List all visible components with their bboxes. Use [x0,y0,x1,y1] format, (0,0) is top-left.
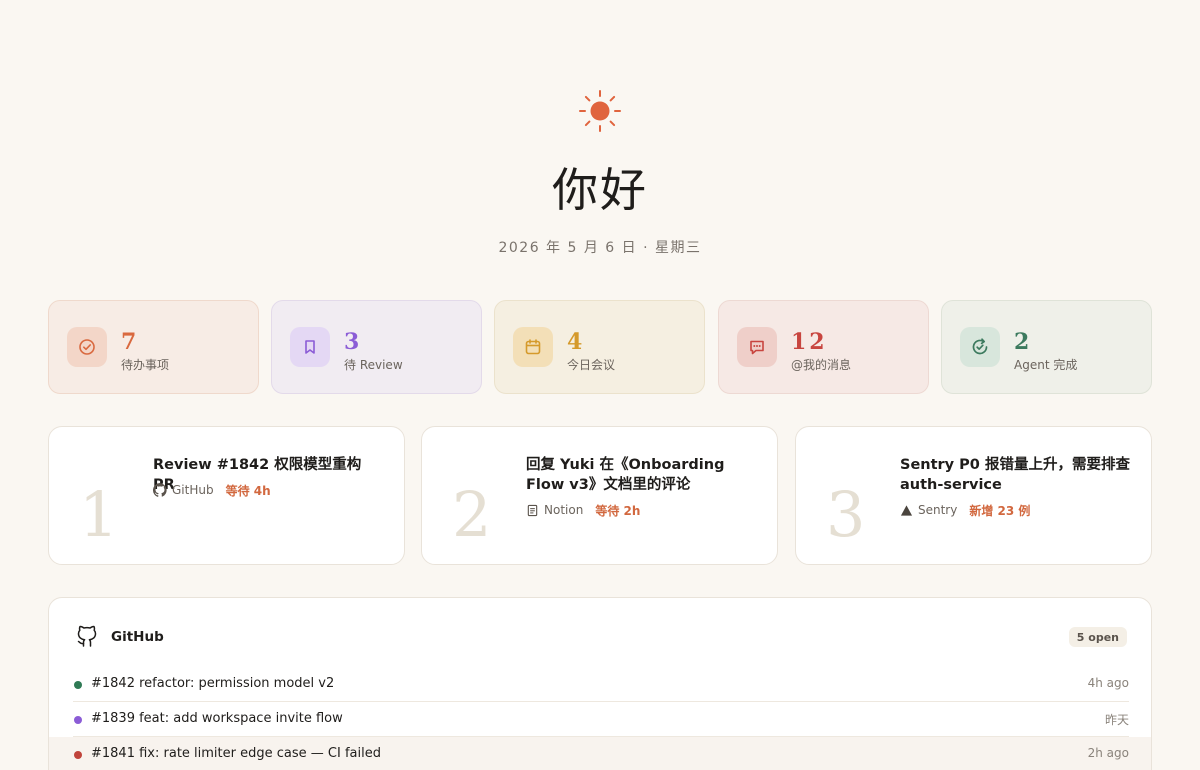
pr-row[interactable]: #1839 feat: add workspace invite flow 昨天 [73,702,1129,737]
github-icon [153,483,167,497]
stat-label: 待 Review [344,358,403,372]
task-meta: Notion 等待 2h [526,501,640,519]
stat-label: 待办事项 [121,358,170,372]
stat-value: 7 [121,329,140,355]
task-source: GitHub [172,483,214,497]
task-rank: 3 [826,478,866,551]
task-card[interactable]: 1 Review #1842 权限模型重构 PR GitHub 等待 4h [48,426,405,565]
greeting-hero: 你好 2026 年 5 月 6 日 · 星期三 [0,0,1200,300]
priority-tasks: 1 Review #1842 权限模型重构 PR GitHub 等待 4h 2 … [48,426,1152,565]
task-rank: 2 [452,478,492,551]
document-icon [527,504,538,516]
refresh-check-icon [960,327,1000,367]
panel-title: GitHub [111,629,164,645]
github-icon [77,625,97,647]
stat-label: 今日会议 [567,358,616,372]
stat-value: 3 [344,329,363,355]
pr-status-dot [74,681,82,689]
pr-status-dot [74,751,82,759]
task-rank: 1 [79,478,119,551]
stats-row: 7 待办事项 3 待 Review 4 今日会议 12 @我的消息 2 Agen… [48,300,1152,394]
task-card[interactable]: 2 回复 Yuki 在《Onboarding Flow v3》文档里的评论 No… [421,426,778,565]
pr-row[interactable]: #1841 fix: rate limiter edge case — CI f… [49,737,1151,770]
message-icon [737,327,777,367]
task-source: Sentry [918,503,958,517]
bookmark-icon [290,327,330,367]
pr-title: #1841 fix: rate limiter edge case — CI f… [91,746,381,761]
task-source: Notion [544,503,584,517]
stat-label: @我的消息 [791,358,852,372]
stat-value: 4 [567,329,586,355]
stat-card-todo[interactable]: 7 待办事项 [48,300,259,394]
stat-card-review[interactable]: 3 待 Review [271,300,482,394]
stat-label: Agent 完成 [1014,358,1078,372]
open-count-badge: 5 open [1068,627,1127,647]
check-circle-icon [67,327,107,367]
task-title: Sentry P0 报错量上升，需要排查 auth-service [900,457,1130,493]
calendar-icon [513,327,553,367]
stat-value: 12 [791,329,828,355]
stat-card-agent[interactable]: 2 Agent 完成 [941,300,1152,394]
task-title: 回复 Yuki 在《Onboarding Flow v3》文档里的评论 [526,457,725,493]
triangle-icon [900,504,913,516]
greeting-title: 你好 [552,163,648,217]
stat-value: 2 [1014,329,1033,355]
task-wait: 等待 2h [595,503,641,518]
github-panel: GitHub 5 open #1842 refactor: permission… [48,597,1152,770]
pr-title: #1842 refactor: permission model v2 [91,676,335,691]
pr-title: #1839 feat: add workspace invite flow [91,711,343,726]
stat-card-mentions[interactable]: 12 @我的消息 [718,300,929,394]
stat-card-meetings[interactable]: 4 今日会议 [494,300,705,394]
pr-row[interactable]: #1842 refactor: permission model v2 4h a… [73,667,1129,702]
pr-status-dot [74,716,82,724]
sun-icon [579,90,621,132]
date-label: 2026 年 5 月 6 日 · 星期三 [498,240,702,256]
pr-time: 4h ago [1087,676,1129,690]
task-wait: 新增 23 例 [969,503,1031,518]
task-meta: GitHub 等待 4h [153,481,271,499]
task-meta: Sentry 新增 23 例 [900,501,1030,519]
task-card[interactable]: 3 Sentry P0 报错量上升，需要排查 auth-service Sent… [795,426,1152,565]
task-wait: 等待 4h [225,483,271,498]
pr-time: 2h ago [1087,746,1129,760]
pr-time: 昨天 [1104,713,1129,727]
